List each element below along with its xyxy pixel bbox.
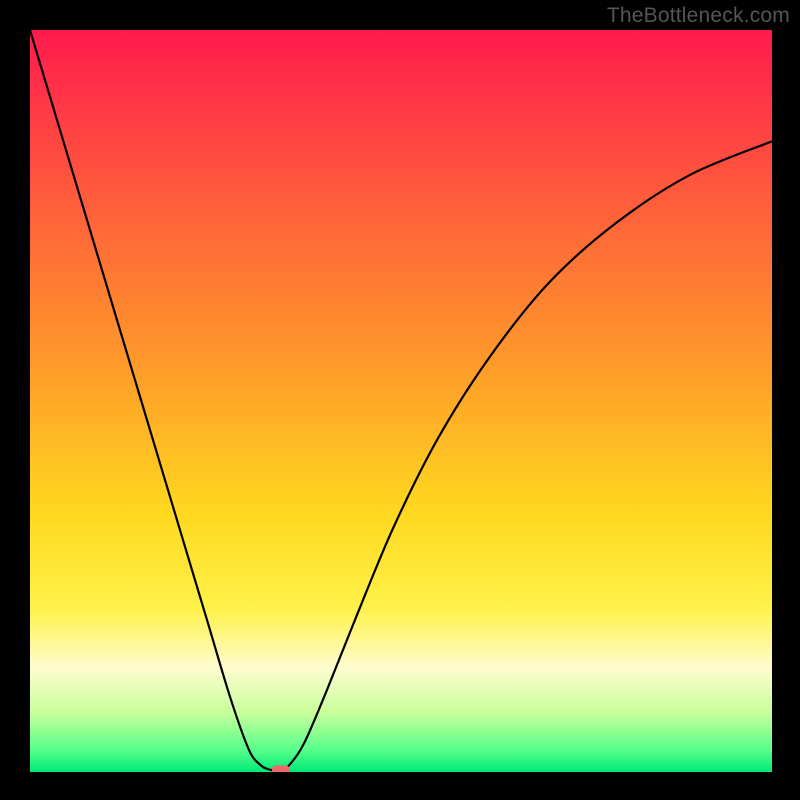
chart-stage: TheBottleneck.com — [0, 0, 800, 800]
bottleneck-chart — [0, 0, 800, 800]
min-point-marker — [272, 765, 290, 776]
watermark-text: TheBottleneck.com — [607, 4, 790, 28]
